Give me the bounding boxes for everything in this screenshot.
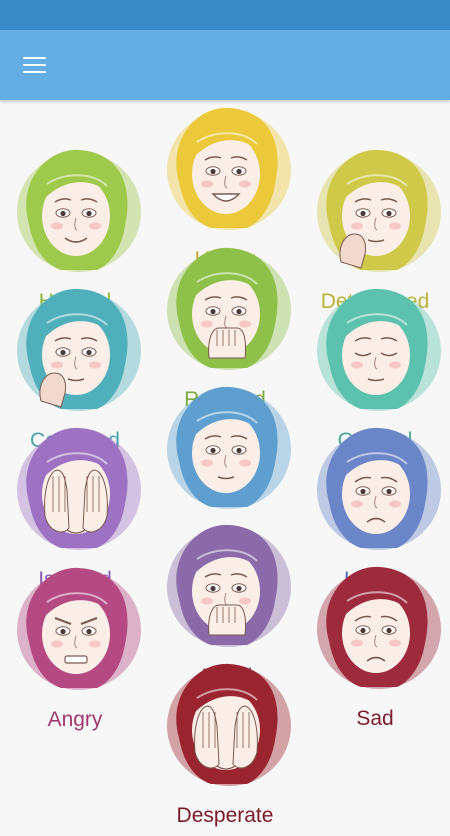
angry-face-icon <box>17 567 141 690</box>
desperate-face-icon <box>167 663 291 786</box>
happy-face-icon <box>167 107 291 230</box>
sad-face-icon <box>317 566 441 689</box>
emotion-desperate[interactable]: Desperate <box>150 656 300 836</box>
status-bar <box>0 0 450 30</box>
emotion-sad[interactable]: Sad <box>300 559 450 739</box>
hopeful-face-icon <box>17 149 141 272</box>
lonely-face-icon <box>317 427 441 550</box>
hamburger-menu-icon[interactable] <box>14 50 54 80</box>
grateful-face-icon <box>317 288 441 411</box>
emotion-label: Desperate <box>176 804 274 827</box>
emotion-label: Angry <box>47 708 103 731</box>
determined-face-icon <box>317 149 441 272</box>
okay-face-icon <box>167 386 291 509</box>
isolated-face-icon <box>17 427 141 550</box>
emotion-label: Sad <box>356 707 394 730</box>
confused-face-icon <box>17 288 141 411</box>
emotion-grid: Happy Hopeful Determined Relieved Confus… <box>0 100 450 827</box>
afraid-face-icon <box>167 524 291 647</box>
relieved-face-icon <box>167 247 291 370</box>
app-bar <box>0 30 450 100</box>
emotion-angry[interactable]: Angry <box>0 560 150 740</box>
